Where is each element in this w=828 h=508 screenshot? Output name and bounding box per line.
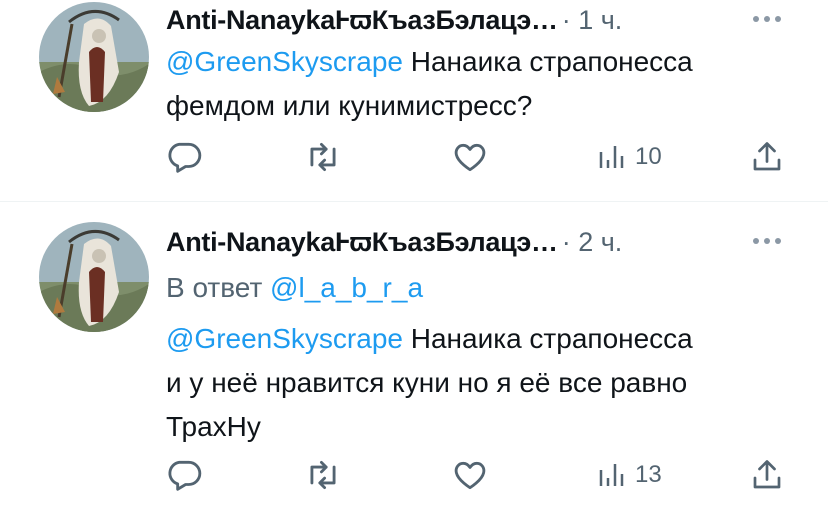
action-bar: 13 [0, 455, 828, 495]
tweet-text: @GreenSkyscrape Нанаика страпонесса фемд… [166, 40, 693, 128]
heart-icon [454, 461, 486, 490]
timestamp[interactable]: · 1 ч. [562, 5, 623, 36]
retweet-icon [310, 460, 336, 490]
mention-link[interactable]: @GreenSkyscrape [166, 46, 403, 77]
tweet[interactable]: Anti-NanaykaⱵϖКъазБэлацэ… · 2 ч. В ответ… [0, 202, 828, 508]
reply-button[interactable] [165, 137, 203, 177]
share-icon [753, 460, 781, 489]
reply-button[interactable] [165, 455, 203, 495]
mention-link[interactable]: @GreenSkyscrape [166, 323, 403, 354]
views-button[interactable]: 10 [597, 137, 662, 177]
tweet-header: Anti-NanaykaⱵϖКъазБэлацэ… · 1 ч. [166, 0, 622, 40]
views-icon [599, 146, 624, 168]
timestamp[interactable]: · 2 ч. [562, 227, 623, 258]
reply-icon [168, 142, 202, 173]
text-line: фемдом или кунимистресс? [166, 90, 533, 121]
text-line: и у неё нравится куни но я её все равно [166, 367, 688, 398]
reply-to-link[interactable]: @l_a_b_r_a [270, 272, 423, 303]
heart-icon [454, 143, 486, 172]
views-count: 13 [635, 461, 662, 488]
tweet-text: @GreenSkyscrape Нанаика страпонесса и у … [166, 317, 693, 449]
text-line: Нанаика страпонесса [402, 323, 693, 354]
like-button[interactable] [451, 455, 489, 495]
share-icon [753, 142, 781, 171]
retweet-button[interactable] [303, 455, 343, 495]
share-button[interactable] [749, 137, 785, 177]
reply-icon [168, 460, 202, 491]
author-name[interactable]: Anti-NanaykaⱵϖКъазБэлацэ… [166, 5, 558, 36]
views-count: 10 [635, 143, 662, 170]
text-line: ТрахНу [166, 411, 261, 442]
tweet-header: Anti-NanaykaⱵϖКъазБэлацэ… · 2 ч. [166, 222, 622, 262]
retweet-button[interactable] [303, 137, 343, 177]
views-icon [599, 464, 624, 486]
reply-prefix: В ответ [166, 272, 271, 303]
retweet-icon [310, 142, 336, 172]
more-icon[interactable] [753, 234, 787, 248]
author-name[interactable]: Anti-NanaykaⱵϖКъазБэлацэ… [166, 227, 558, 258]
more-icon[interactable] [753, 12, 787, 26]
tweet[interactable]: Anti-NanaykaⱵϖКъазБэлацэ… · 1 ч. @GreenS… [0, 0, 828, 200]
action-bar: 10 [0, 137, 828, 177]
share-button[interactable] [749, 455, 785, 495]
avatar[interactable] [39, 2, 149, 112]
views-button[interactable]: 13 [597, 455, 662, 495]
avatar[interactable] [39, 222, 149, 332]
text-line: Нанаика страпонесса [402, 46, 693, 77]
like-button[interactable] [451, 137, 489, 177]
reply-context: В ответ @l_a_b_r_a [166, 266, 423, 310]
